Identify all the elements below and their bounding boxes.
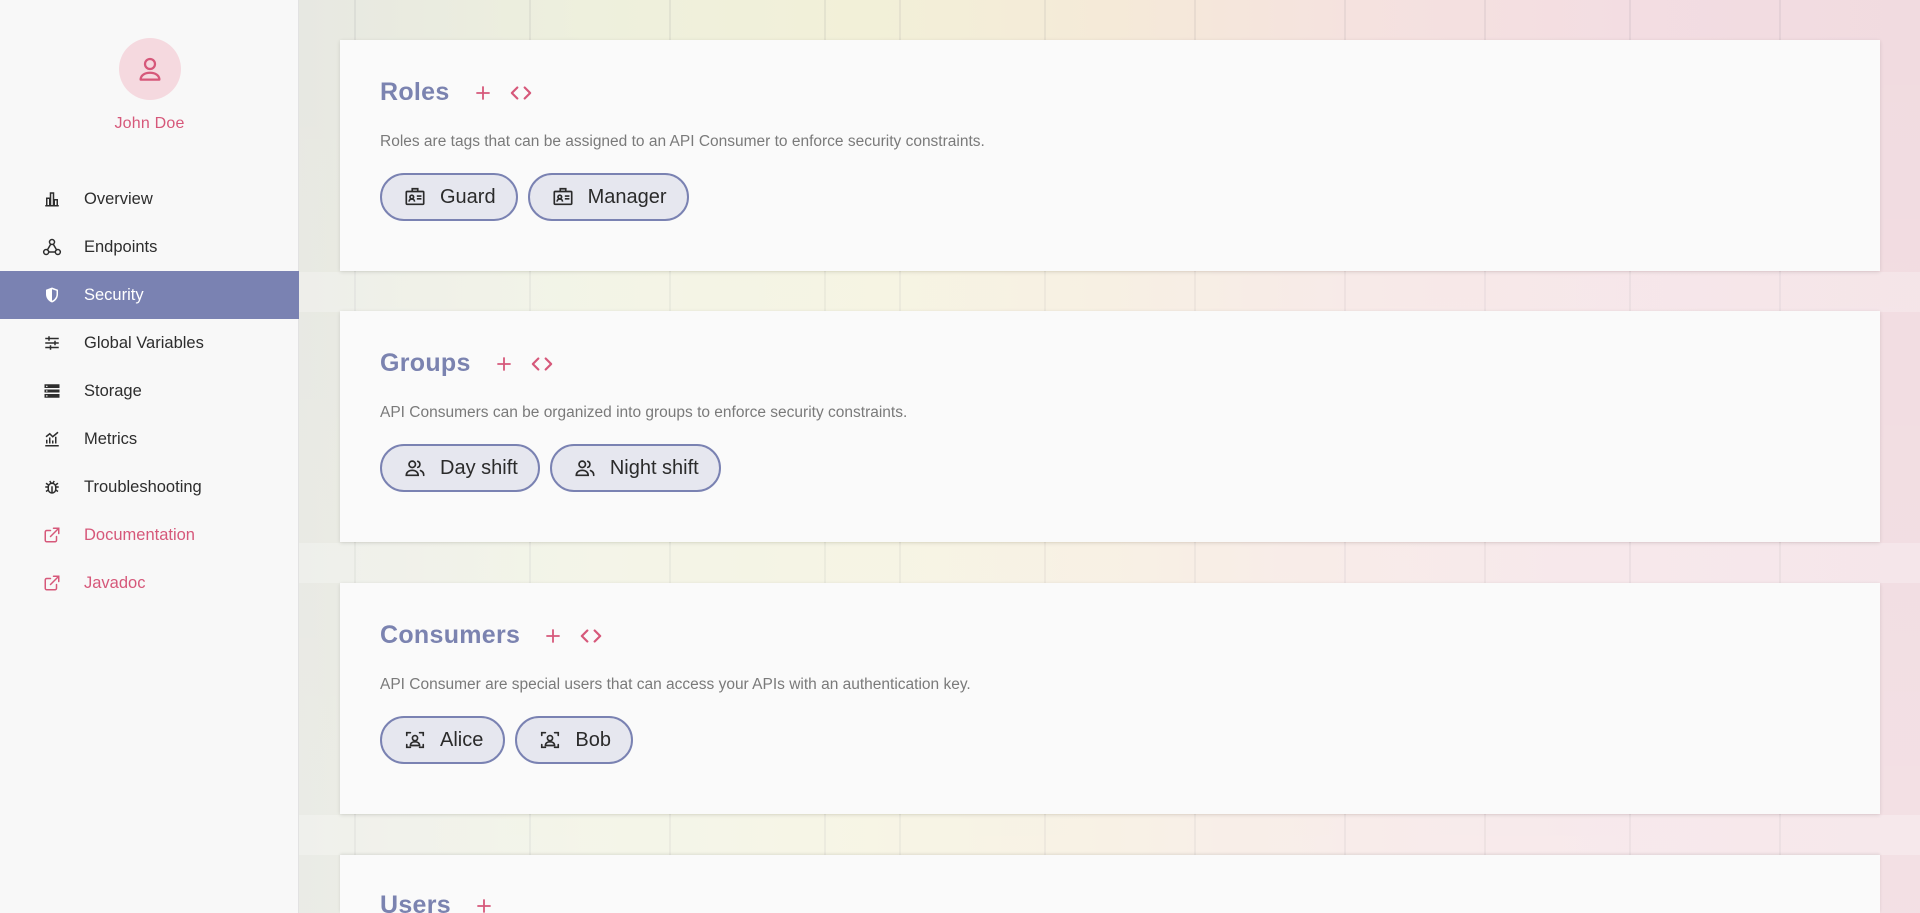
user-icon (139, 57, 160, 81)
storage-icon (42, 381, 62, 401)
sidebar-item-troubleshooting[interactable]: Troubleshooting (0, 463, 299, 511)
code-icon (510, 85, 531, 100)
consumers-code-button[interactable] (580, 625, 602, 647)
sidebar-item-storage[interactable]: Storage (0, 367, 299, 415)
sidebar-nav: Overview Endpoints Security Global Varia… (0, 175, 299, 607)
consumers-description: API Consumer are special users that can … (380, 676, 971, 693)
sidebar-item-security[interactable]: Security (0, 271, 299, 319)
sidebar-item-label: Endpoints (84, 237, 158, 256)
code-icon (531, 356, 552, 371)
external-link-icon (42, 525, 62, 545)
plus-icon (477, 898, 491, 913)
groups-title: Groups (380, 349, 471, 377)
sidebar-item-label: Storage (84, 381, 142, 400)
sidebar-item-label: Documentation (84, 525, 195, 544)
code-icon (580, 628, 602, 643)
id-badge-icon (404, 186, 426, 208)
consumers-title: Consumers (380, 621, 521, 649)
external-link-icon (42, 573, 62, 593)
role-label: Guard (440, 185, 496, 208)
groups-description: API Consumers can be organized into grou… (380, 404, 908, 421)
webhook-icon (42, 237, 62, 257)
metrics-icon (42, 429, 62, 449)
users-title: Users (380, 891, 451, 913)
groups-card: Groups API Consumers can be organized in… (340, 311, 1880, 542)
roles-list: Guard Manager (380, 173, 689, 221)
roles-card: Roles Roles are tags that can be assigne… (340, 40, 1880, 271)
consumers-list: Alice Bob (380, 716, 633, 764)
sidebar: John Doe Overview Endpoints Security Glo… (0, 0, 299, 913)
plus-icon (475, 85, 490, 100)
role-chip[interactable]: Guard (380, 173, 518, 221)
sidebar-item-metrics[interactable]: Metrics (0, 415, 299, 463)
consumer-label: Bob (575, 728, 611, 751)
shield-icon (42, 285, 62, 305)
user-scan-icon (404, 729, 426, 751)
roles-code-button[interactable] (510, 82, 532, 104)
plus-icon (496, 356, 511, 371)
group-label: Day shift (440, 456, 518, 479)
sidebar-item-javadoc[interactable]: Javadoc (0, 559, 299, 607)
sidebar-item-label: Security (84, 285, 144, 304)
users-icon (404, 457, 426, 479)
roles-title: Roles (380, 78, 450, 106)
role-chip[interactable]: Manager (527, 173, 689, 221)
group-chip[interactable]: Day shift (380, 444, 540, 492)
user-profile: John Doe (0, 38, 299, 133)
consumer-label: Alice (440, 728, 484, 751)
add-role-button[interactable] (472, 82, 494, 104)
group-label: Night shift (609, 456, 699, 479)
groups-list: Day shift Night shift (380, 444, 721, 492)
id-badge-icon (552, 186, 574, 208)
user-name: John Doe (114, 115, 185, 132)
sidebar-item-label: Troubleshooting (84, 477, 202, 496)
users-card: Users (340, 855, 1880, 913)
sidebar-item-label: Global Variables (84, 333, 204, 352)
users-icon (574, 457, 596, 479)
consumers-card: Consumers API Consumer are special users… (340, 583, 1880, 814)
sidebar-item-label: Javadoc (84, 573, 146, 592)
sidebar-item-documentation[interactable]: Documentation (0, 511, 299, 559)
avatar[interactable] (118, 38, 181, 100)
bug-icon (42, 477, 62, 497)
add-consumer-button[interactable] (542, 625, 564, 647)
add-user-button[interactable] (473, 895, 495, 913)
add-group-button[interactable] (493, 353, 515, 375)
roles-description: Roles are tags that can be assigned to a… (380, 133, 985, 150)
sliders-icon (42, 333, 62, 353)
consumer-chip[interactable]: Bob (515, 716, 633, 764)
sidebar-item-global-variables[interactable]: Global Variables (0, 319, 299, 367)
sidebar-item-label: Overview (84, 189, 153, 208)
group-chip[interactable]: Night shift (549, 444, 721, 492)
user-scan-icon (539, 729, 561, 751)
sidebar-item-overview[interactable]: Overview (0, 175, 299, 223)
plus-icon (546, 628, 561, 643)
sidebar-item-endpoints[interactable]: Endpoints (0, 223, 299, 271)
sidebar-item-label: Metrics (84, 429, 138, 448)
groups-code-button[interactable] (531, 353, 553, 375)
consumer-chip[interactable]: Alice (380, 716, 506, 764)
bar-chart-icon (42, 189, 62, 209)
role-label: Manager (587, 185, 667, 208)
